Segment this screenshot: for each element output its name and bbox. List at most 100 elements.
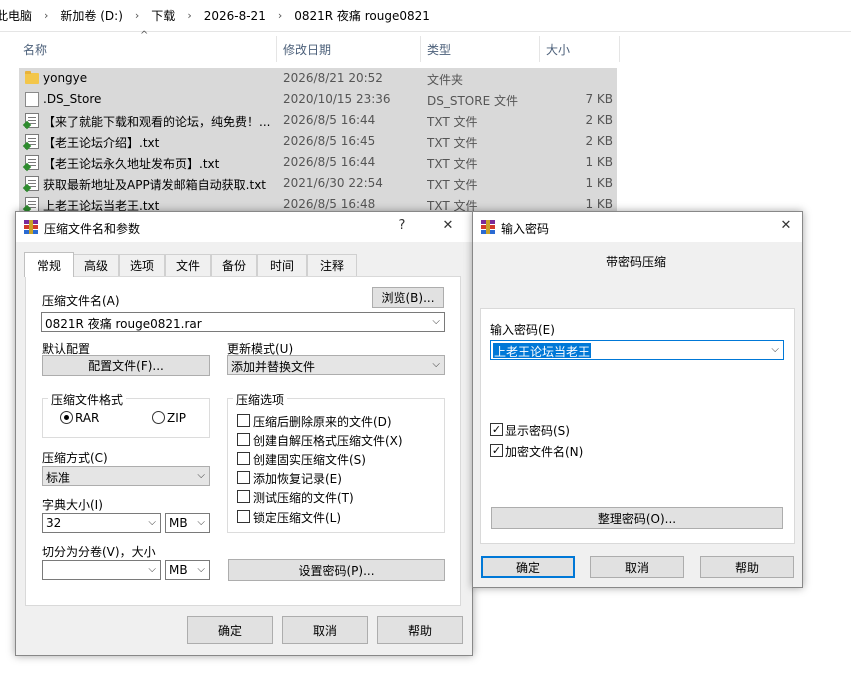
column-header-size-label: 大小 bbox=[546, 42, 571, 57]
archive-help-button[interactable]: 帮助 bbox=[377, 616, 463, 644]
set-password-button[interactable]: 设置密码(P)... bbox=[228, 559, 445, 581]
tab-comment[interactable]: 注释 bbox=[307, 254, 357, 276]
file-date: 2026/8/5 16:44 bbox=[283, 113, 376, 127]
column-header-type[interactable]: 类型 bbox=[423, 36, 540, 62]
column-header-name[interactable]: 名称 bbox=[19, 36, 277, 62]
tab-backup-label: 备份 bbox=[221, 259, 246, 273]
breadcrumb-drive-d[interactable]: 新加卷 (D:) bbox=[56, 7, 126, 24]
tab-time[interactable]: 时间 bbox=[257, 254, 307, 276]
show-password-checkbox[interactable]: ✓ bbox=[490, 423, 503, 436]
archive-dialog-title: 压缩文件名和参数 bbox=[44, 222, 141, 236]
profile-button-label: 配置文件(F)... bbox=[88, 359, 164, 373]
update-mode-select[interactable]: 添加并替换文件 ⌵ bbox=[227, 355, 445, 375]
profile-button[interactable]: 配置文件(F)... bbox=[42, 355, 210, 376]
dictionary-unit-select[interactable]: MB ⌵ bbox=[165, 513, 210, 533]
tab-files-label: 文件 bbox=[175, 259, 200, 273]
password-dialog-titlebar[interactable]: 输入密码 ✕ bbox=[473, 212, 802, 242]
breadcrumb-separator[interactable]: › bbox=[270, 9, 290, 22]
format-rar-radio[interactable] bbox=[60, 411, 73, 424]
browse-button[interactable]: 浏览(B)... bbox=[372, 287, 444, 308]
file-row[interactable]: 【老王论坛介绍】.txt 2026/8/5 16:45 TXT 文件 2 KB bbox=[19, 131, 617, 152]
txt-icon bbox=[25, 134, 39, 149]
solid-checkbox[interactable] bbox=[237, 452, 250, 465]
file-name: yongye bbox=[43, 71, 88, 85]
file-icon bbox=[25, 92, 39, 107]
chevron-down-icon: ⌵ bbox=[197, 564, 205, 575]
column-header-date[interactable]: 修改日期 bbox=[279, 36, 421, 62]
tab-options[interactable]: 选项 bbox=[119, 254, 165, 276]
password-input[interactable]: 上老王论坛当老王 ⌵ bbox=[490, 340, 784, 360]
organize-passwords-button[interactable]: 整理密码(O)... bbox=[491, 507, 783, 529]
breadcrumb-current-folder[interactable]: 0821R 夜痛 rouge0821 bbox=[290, 7, 434, 24]
breadcrumb-downloads[interactable]: 下载 bbox=[147, 7, 179, 24]
tab-advanced-label: 高级 bbox=[83, 259, 108, 273]
lock-archive-checkbox[interactable] bbox=[237, 510, 250, 523]
test-files-checkbox[interactable] bbox=[237, 490, 250, 503]
chevron-down-icon: ⌵ bbox=[432, 359, 440, 370]
tab-files[interactable]: 文件 bbox=[165, 254, 211, 276]
tab-advanced[interactable]: 高级 bbox=[73, 254, 119, 276]
file-date: 2026/8/5 16:44 bbox=[283, 155, 376, 169]
password-cancel-button[interactable]: 取消 bbox=[590, 556, 684, 578]
file-date: 2026/8/21 20:52 bbox=[283, 71, 383, 85]
recovery-record-checkbox[interactable] bbox=[237, 471, 250, 484]
breadcrumb-separator[interactable]: › bbox=[127, 9, 147, 22]
sfx-checkbox[interactable] bbox=[237, 433, 250, 446]
column-header-type-label: 类型 bbox=[427, 42, 452, 57]
tab-backup[interactable]: 备份 bbox=[211, 254, 257, 276]
chevron-down-icon[interactable]: ⌵ bbox=[432, 316, 440, 327]
encrypt-names-checkbox[interactable]: ✓ bbox=[490, 444, 503, 457]
breadcrumb-date-folder[interactable]: 2026-8-21 bbox=[200, 9, 270, 23]
close-icon[interactable]: ✕ bbox=[776, 218, 796, 233]
delete-after-checkbox[interactable] bbox=[237, 414, 250, 427]
split-unit-select[interactable]: MB ⌵ bbox=[165, 560, 210, 580]
archive-name-input[interactable]: 0821R 夜痛 rouge0821.rar ⌵ bbox=[41, 312, 445, 332]
file-size: 1 KB bbox=[585, 176, 613, 190]
winrar-icon bbox=[24, 220, 38, 234]
split-volume-input[interactable]: ⌵ bbox=[42, 560, 161, 580]
lock-archive-label: 锁定压缩文件(L) bbox=[253, 511, 342, 525]
file-name: 【来了就能下载和观看的论坛，纯免费！... bbox=[43, 115, 271, 129]
archive-ok-button[interactable]: 确定 bbox=[187, 616, 273, 644]
archive-dialog-titlebar[interactable]: 压缩文件名和参数 ? ✕ bbox=[16, 212, 472, 242]
file-row[interactable]: 【来了就能下载和观看的论坛，纯免费！... 2026/8/5 16:44 TXT… bbox=[19, 110, 617, 131]
breadcrumb-this-pc[interactable]: 此电脑 bbox=[0, 7, 36, 24]
format-zip-label: ZIP bbox=[167, 411, 186, 425]
file-size: 2 KB bbox=[585, 113, 613, 127]
file-row[interactable]: .DS_Store 2020/10/15 23:36 DS_STORE 文件 7… bbox=[19, 89, 617, 110]
file-type: 文件夹 bbox=[427, 73, 464, 87]
password-label: 输入密码(E) bbox=[490, 323, 555, 337]
format-group-title: 压缩文件格式 bbox=[48, 391, 127, 408]
file-date: 2026/8/5 16:48 bbox=[283, 197, 376, 211]
archive-name-label: 压缩文件名(A) bbox=[42, 294, 120, 308]
archive-cancel-button[interactable]: 取消 bbox=[282, 616, 368, 644]
file-row[interactable]: 【老王论坛永久地址发布页】.txt 2026/8/5 16:44 TXT 文件 … bbox=[19, 152, 617, 173]
breadcrumb: 此电脑 › 新加卷 (D:) › 下载 › 2026-8-21 › 0821R … bbox=[0, 0, 851, 32]
archive-name-value: 0821R 夜痛 rouge0821.rar bbox=[45, 317, 202, 331]
file-type: TXT 文件 bbox=[427, 136, 478, 150]
file-name: .DS_Store bbox=[43, 92, 102, 106]
file-name: 获取最新地址及APP请发邮箱自动获取.txt bbox=[43, 178, 267, 192]
tab-general[interactable]: 常规 bbox=[24, 252, 74, 277]
file-row[interactable]: yongye 2026/8/21 20:52 文件夹 bbox=[19, 68, 617, 89]
close-icon[interactable]: ✕ bbox=[438, 218, 458, 233]
help-icon[interactable]: ? bbox=[392, 218, 412, 233]
encrypt-names-label: 加密文件名(N) bbox=[505, 445, 584, 459]
password-help-button[interactable]: 帮助 bbox=[700, 556, 794, 578]
breadcrumb-separator[interactable]: › bbox=[36, 9, 56, 22]
password-ok-button[interactable]: 确定 bbox=[481, 556, 575, 578]
delete-after-label: 压缩后删除原来的文件(D) bbox=[253, 415, 392, 429]
dictionary-size-input[interactable]: 32 ⌵ bbox=[42, 513, 161, 533]
column-header-size[interactable]: 大小 bbox=[542, 36, 620, 62]
column-header-date-label: 修改日期 bbox=[283, 42, 332, 57]
txt-icon bbox=[25, 113, 39, 128]
chevron-down-icon[interactable]: ⌵ bbox=[771, 344, 779, 355]
breadcrumb-separator[interactable]: › bbox=[179, 9, 199, 22]
file-row[interactable]: 获取最新地址及APP请发邮箱自动获取.txt 2021/6/30 22:54 T… bbox=[19, 173, 617, 194]
chevron-down-icon[interactable]: ⌵ bbox=[148, 564, 156, 575]
password-ok-button-label: 确定 bbox=[515, 560, 540, 575]
format-zip-radio[interactable] bbox=[152, 411, 165, 424]
chevron-down-icon[interactable]: ⌵ bbox=[148, 517, 156, 528]
compression-method-select[interactable]: 标准 ⌵ bbox=[42, 466, 210, 486]
tab-general-label: 常规 bbox=[36, 258, 61, 273]
